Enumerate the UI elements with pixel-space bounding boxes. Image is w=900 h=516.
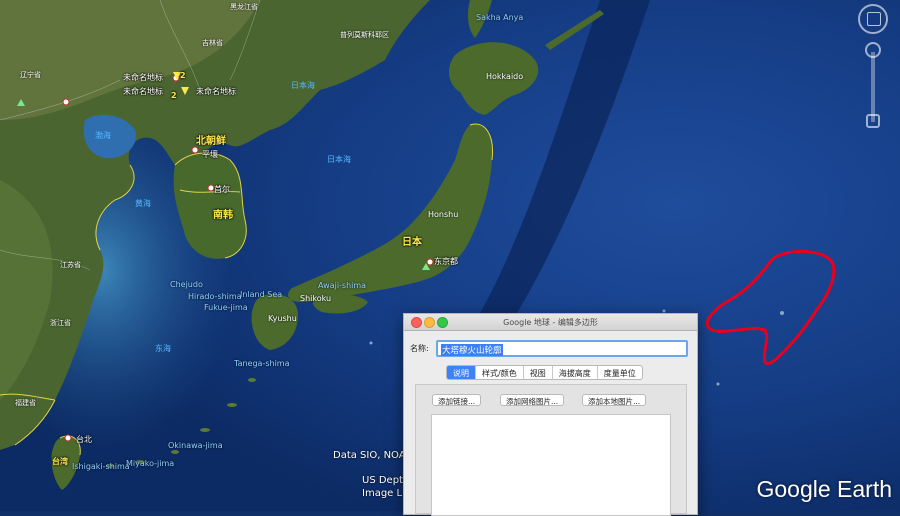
seamount-dot — [369, 341, 373, 345]
map-label: 未命名地标 — [196, 87, 236, 96]
map-label: 福建省 — [15, 399, 36, 407]
google-earth-logo: Google Earth — [756, 476, 892, 502]
map-label: Miyako-jima — [126, 459, 175, 468]
tab-view[interactable]: 视图 — [522, 366, 552, 379]
map-label: Chejudo — [170, 280, 203, 289]
map-label: 日本海 — [327, 155, 351, 164]
volcano-center-dot — [780, 311, 784, 315]
map-label: 东海 — [155, 344, 171, 353]
description-textarea[interactable] — [431, 414, 671, 516]
map-label: Fukue-jima — [204, 303, 248, 312]
map-label: Tanega-shima — [234, 359, 290, 368]
tab-style-color[interactable]: 样式/颜色 — [475, 366, 523, 379]
zoom-slider[interactable] — [871, 52, 875, 122]
map-label: 北朝鲜 — [196, 136, 226, 147]
map-label: 台湾 — [52, 457, 68, 466]
map-label: Sakha Anya — [476, 13, 524, 22]
map-label: 未命名地标 — [123, 73, 163, 82]
attribution-line: US Dept — [362, 475, 403, 486]
zoom-in-icon[interactable] — [865, 42, 881, 58]
map-label: 平壤 — [202, 150, 218, 159]
map-label: 江苏省 — [60, 261, 81, 269]
tab-description[interactable]: 说明 — [447, 366, 475, 379]
map-label: 浙江省 — [50, 319, 71, 327]
map-label: Shikoku — [300, 294, 332, 303]
map-label: 黄海 — [135, 199, 151, 208]
attribution-line: Data SIO, NOAA — [333, 450, 413, 461]
map-label: Hirado-shima — [188, 292, 242, 301]
map-label: Kyushu — [268, 314, 297, 323]
map-label: Inland Sea — [240, 290, 283, 299]
dialog-tabs: 说明 样式/颜色 视图 海拔高度 度量单位 — [446, 365, 643, 380]
dialog-titlebar[interactable]: Google 地球 - 编辑多边形 — [404, 314, 697, 331]
map-label: 南韩 — [213, 210, 233, 221]
add-link-button[interactable]: 添加链接... — [432, 394, 482, 406]
map-label: Awaji-shima — [318, 281, 367, 290]
map-label: 东京都 — [434, 257, 458, 266]
attribution-line: Image L — [362, 488, 403, 499]
map-label: Hokkaido — [486, 72, 524, 81]
map-label: Honshu — [428, 210, 459, 219]
name-label: 名称: — [410, 344, 429, 353]
map-label: 吉林省 — [202, 39, 223, 47]
zoom-out-icon[interactable] — [866, 114, 880, 128]
map-label: 台北 — [76, 435, 92, 444]
add-web-image-button[interactable]: 添加网络图片... — [500, 394, 565, 406]
tab-altitude[interactable]: 海拔高度 — [551, 366, 597, 379]
map-label: 首尔 — [214, 185, 230, 194]
add-local-image-button[interactable]: 添加本地图片... — [582, 394, 647, 406]
map-label: 未命名地标 — [123, 87, 163, 96]
map-label: 辽宁省 — [20, 71, 41, 79]
map-label: 日本海 — [291, 81, 315, 90]
seamount-dot — [716, 382, 720, 386]
map-label: 普列莫斯科耶区 — [340, 31, 389, 39]
edit-polygon-dialog: Google 地球 - 编辑多边形 名称: 大塔穆火山轮廓 说明 样式/颜色 视… — [403, 313, 698, 516]
map-label: Ishigaki-shima — [72, 462, 130, 471]
look-around-icon[interactable] — [867, 12, 881, 26]
dialog-title: Google 地球 - 编辑多边形 — [503, 318, 598, 327]
map-label: Okinawa-jima — [168, 441, 223, 450]
map-label: 黑龙江省 — [230, 3, 258, 11]
tab-measurements[interactable]: 度量单位 — [596, 366, 642, 379]
map-label: 2 — [180, 71, 186, 80]
name-input-value: 大塔穆火山轮廓 — [441, 344, 503, 356]
name-input[interactable]: 大塔穆火山轮廓 — [436, 340, 688, 357]
map-label: 日本 — [402, 237, 422, 248]
map-label: 渤海 — [95, 131, 111, 140]
description-panel: 添加链接... 添加网络图片... 添加本地图片... — [415, 384, 687, 516]
map-label: 2 — [171, 91, 177, 100]
